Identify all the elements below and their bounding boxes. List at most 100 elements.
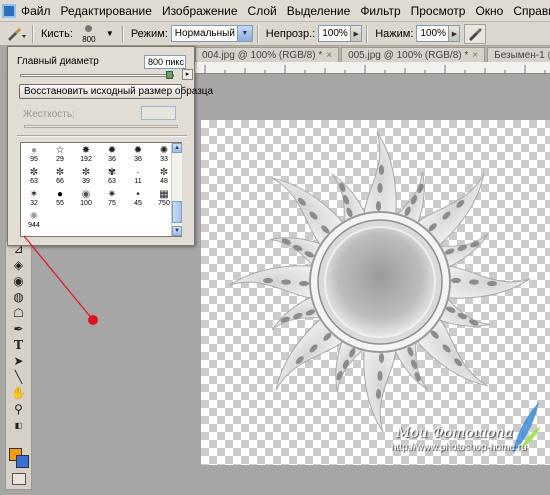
chevron-down-icon[interactable]: ▼ — [106, 29, 114, 38]
tab-document-005[interactable]: 005.jpg @ 100% (RGB/8) * × — [341, 47, 486, 62]
close-icon[interactable]: × — [326, 50, 332, 61]
airbrush-toggle[interactable] — [464, 23, 487, 44]
brush-tool-icon — [8, 27, 26, 41]
brush-preset[interactable]: ✼ 63 — [24, 167, 44, 186]
brush-preset[interactable]: • 45 — [128, 189, 148, 208]
hardness-slider — [24, 125, 178, 128]
toolbox: ⊿ ◈ ◉ ◍ ☖ ✒ T ➤ ╲ ✋ ⚲ ◧ — [5, 240, 32, 490]
scroll-up-icon[interactable]: ▲ — [172, 143, 182, 153]
flow-value: 100% — [420, 28, 446, 39]
tab-document-004[interactable]: 004.jpg @ 100% (RGB/8) * × — [195, 47, 340, 62]
brush-preset[interactable]: ✾ 63 — [102, 167, 122, 186]
brush-size-label: 45 — [134, 200, 142, 207]
brush-preset[interactable]: ✺ 944 — [24, 211, 44, 230]
ruler-horizontal — [195, 62, 550, 74]
master-diameter-slider[interactable] — [20, 74, 174, 77]
flow-label: Нажим: — [375, 27, 414, 40]
hand-tool-icon[interactable]: ✋ — [6, 385, 31, 401]
scroll-thumb[interactable] — [172, 201, 182, 223]
brush-preset[interactable]: ● 55 — [50, 189, 70, 208]
brush-tip-icon: ● — [30, 145, 38, 156]
menu-window[interactable]: Окно — [470, 0, 508, 22]
brush-size-label: 55 — [56, 200, 64, 207]
restore-size-button[interactable]: Восстановить исходный размер образца — [19, 84, 213, 99]
close-icon[interactable]: × — [472, 50, 478, 61]
brush-preset[interactable]: ✼ 66 — [50, 167, 70, 186]
brush-preset[interactable]: ✶ 32 — [24, 189, 44, 208]
separator — [32, 24, 33, 43]
mode-select[interactable]: Нормальный ▼ — [170, 25, 253, 42]
tool-preset-picker[interactable] — [4, 25, 28, 43]
hardness-field — [141, 106, 176, 120]
brush-picker[interactable]: 800 — [76, 24, 102, 44]
dodge-tool-icon[interactable]: ◍ — [6, 289, 31, 305]
tab-document-untitled[interactable]: Безымен-1 @ — [487, 47, 550, 62]
brush-size-label: 75 — [108, 200, 116, 207]
brush-preset[interactable]: ✷ 75 — [102, 189, 122, 208]
sponge-icon[interactable]: ☖ — [6, 305, 31, 321]
brush-label: Кисть: — [41, 27, 73, 40]
path-selection-icon[interactable]: ➤ — [6, 353, 31, 369]
menu-edit[interactable]: Редактирование — [56, 0, 157, 22]
brush-tip-icon: · — [136, 167, 140, 178]
brush-tip-icon: ✼ — [81, 167, 91, 178]
master-diameter-field[interactable]: 800 пикс — [144, 55, 186, 69]
brush-preset[interactable]: ◉ 100 — [76, 189, 96, 208]
opacity-field[interactable]: 100% ▶ — [318, 25, 363, 42]
brush-preset[interactable]: ● 95 — [24, 145, 44, 164]
brush-tip-icon: ✼ — [29, 167, 39, 178]
chevron-right-icon: ▶ — [350, 26, 362, 41]
brush-tip-icon: ✹ — [133, 145, 143, 156]
brush-size-label: 750 — [158, 200, 170, 207]
brush-tip-icon: ● — [56, 189, 64, 200]
panel-menu-icon[interactable]: ▸ — [182, 69, 193, 80]
background-color-swatch[interactable] — [16, 455, 29, 468]
menu-help[interactable]: Справка — [508, 0, 550, 22]
photoshop-logo-icon[interactable] — [2, 1, 16, 21]
pen-tool-icon[interactable]: ✒ — [6, 321, 31, 337]
brush-size-label: 36 — [108, 156, 116, 163]
brush-preset[interactable]: ✹ 36 — [102, 145, 122, 164]
brush-size-label: 63 — [108, 178, 116, 185]
brush-size-label: 39 — [82, 178, 90, 185]
scroll-down-icon[interactable]: ▼ — [172, 226, 182, 236]
menu-file[interactable]: Файл — [16, 0, 56, 22]
brush-dot-icon — [84, 24, 92, 32]
menu-select[interactable]: Выделение — [282, 0, 356, 22]
brush-preset[interactable]: ☆ 29 — [50, 145, 70, 164]
menu-image[interactable]: Изображение — [157, 0, 243, 22]
watermark-url: http://www.photoshop-home.ru — [391, 442, 527, 453]
brush-tip-icon: ✸ — [81, 145, 91, 156]
brush-tip-icon: ✺ — [159, 145, 169, 156]
brush-preset[interactable]: ✼ 39 — [76, 167, 96, 186]
line-tool-icon[interactable]: ╲ — [6, 369, 31, 385]
quick-mask-icon[interactable] — [12, 473, 26, 485]
paint-bucket-icon[interactable]: ◈ — [6, 257, 31, 273]
default-colors-icon[interactable]: ◧ — [6, 417, 31, 433]
slider-thumb[interactable] — [166, 71, 173, 79]
document-tabs: 004.jpg @ 100% (RGB/8) * × 005.jpg @ 100%… — [195, 46, 550, 62]
brush-preset[interactable]: ✸ 192 — [76, 145, 96, 164]
brush-preset-panel: Главный диаметр 800 пикс ▸ Восстановить … — [7, 46, 213, 246]
menu-view[interactable]: Просмотр — [406, 0, 471, 22]
brush-size-label: 63 — [30, 178, 38, 185]
brush-size-label: 66 — [56, 178, 64, 185]
airbrush-icon — [469, 27, 483, 41]
document-canvas[interactable] — [201, 120, 550, 465]
hardness-label: Жесткость: — [23, 109, 75, 120]
brush-preset[interactable]: · 11 — [128, 167, 148, 186]
zoom-tool-icon[interactable]: ⚲ — [6, 401, 31, 417]
brush-size-label: 944 — [28, 222, 40, 229]
brush-size-label: 192 — [80, 156, 92, 163]
menu-layer[interactable]: Слой — [243, 0, 282, 22]
brush-grid-scrollbar[interactable]: ▲ ▼ — [171, 143, 182, 236]
brush-size-label: 100 — [80, 200, 92, 207]
type-tool-icon[interactable]: T — [6, 337, 31, 353]
tab-label: Безымен-1 @ — [494, 50, 550, 61]
separator — [121, 24, 123, 43]
menu-filter[interactable]: Фильтр — [355, 0, 405, 22]
flow-field[interactable]: 100% ▶ — [416, 25, 461, 42]
burn-tool-icon[interactable]: ◉ — [6, 273, 31, 289]
brush-size-label: 29 — [56, 156, 64, 163]
brush-preset[interactable]: ✹ 36 — [128, 145, 148, 164]
